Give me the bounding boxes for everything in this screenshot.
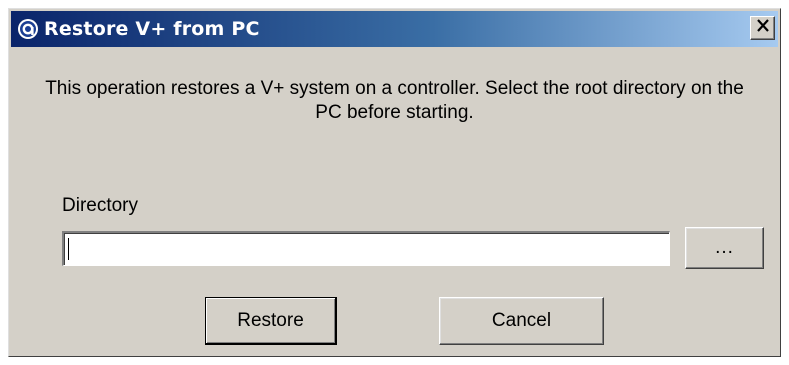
close-icon [756, 19, 770, 37]
browse-button[interactable]: ... [685, 227, 764, 269]
app-logo-icon [17, 18, 39, 40]
cancel-button[interactable]: Cancel [439, 297, 604, 345]
window-title: Restore V+ from PC [44, 18, 260, 40]
close-button[interactable] [750, 16, 775, 40]
restore-dialog: Restore V+ from PC This operation restor… [8, 8, 781, 357]
directory-input[interactable] [62, 231, 670, 266]
text-caret [68, 238, 69, 260]
description-text: This operation restores a V+ system on a… [45, 78, 744, 123]
title-bar[interactable]: Restore V+ from PC [11, 11, 778, 47]
restore-button[interactable]: Restore [205, 297, 337, 345]
directory-label: Directory [62, 195, 139, 216]
